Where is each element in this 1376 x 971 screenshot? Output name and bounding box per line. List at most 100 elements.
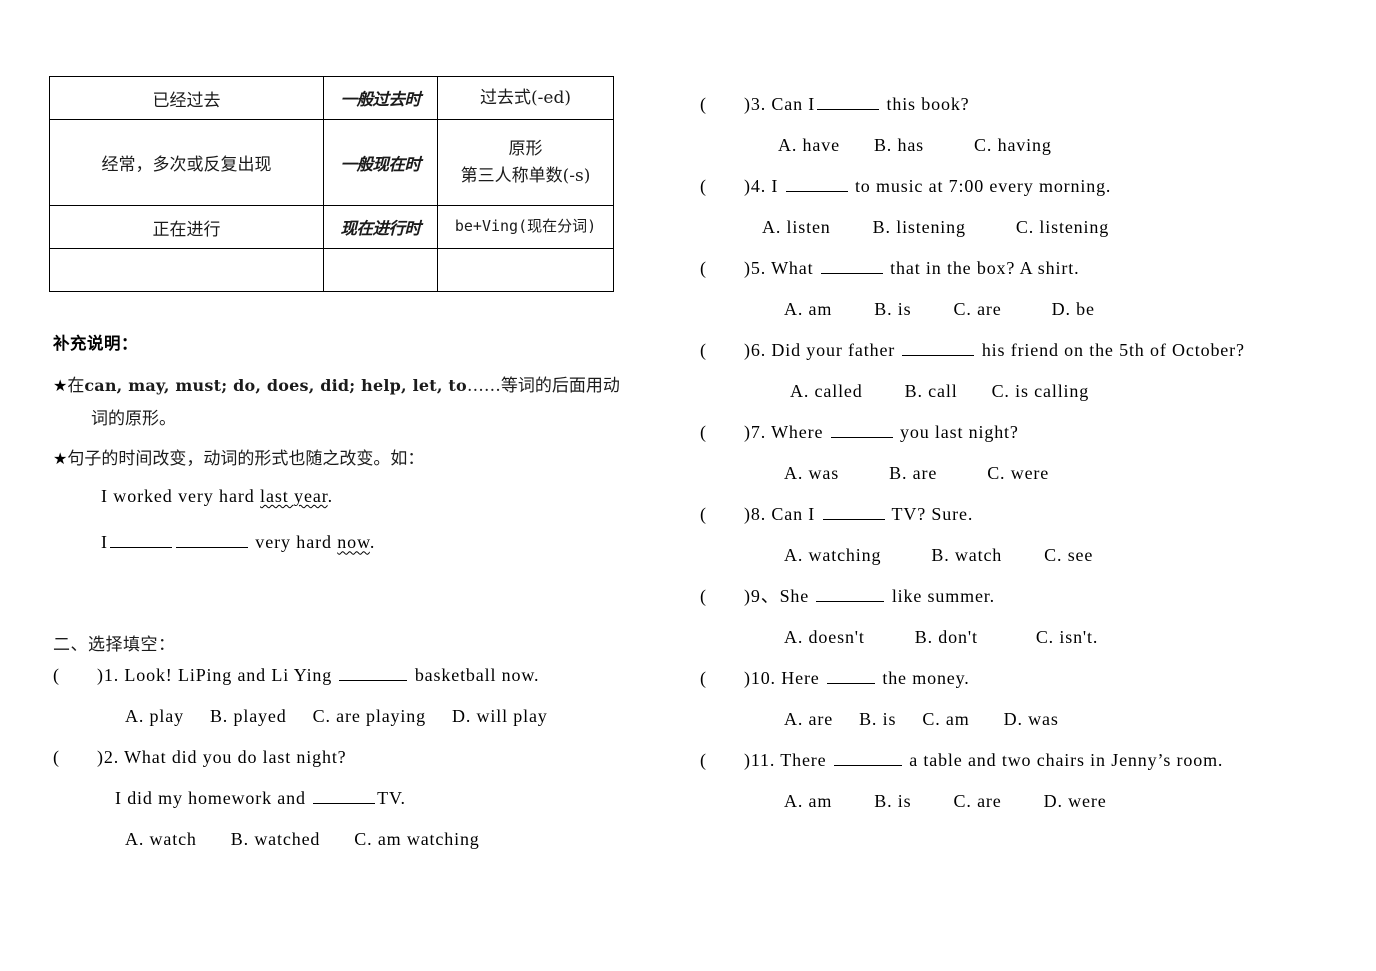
answer-blank[interactable] — [175, 530, 248, 549]
answer-paren[interactable]: ( — [700, 658, 744, 699]
form-line: be+Ving(现在分词) — [454, 217, 597, 236]
option-a[interactable]: A. watch — [125, 819, 197, 860]
option-b[interactable]: B. listening — [873, 207, 966, 248]
option-c[interactable]: C. isn't. — [1036, 617, 1098, 658]
answer-blank[interactable] — [817, 92, 880, 110]
answer-paren[interactable]: ( — [700, 166, 744, 207]
form-line: 过去式(-ed) — [480, 87, 571, 108]
table-cell-form — [437, 248, 614, 292]
question-options: A. doesn't B. don't C. isn't. — [700, 617, 1360, 658]
answer-blank[interactable] — [822, 502, 885, 520]
option-a[interactable]: A. listen — [762, 207, 831, 248]
option-b[interactable]: B. are — [889, 453, 937, 494]
answer-paren[interactable]: ( — [700, 740, 744, 781]
option-c[interactable]: C. am watching — [354, 819, 479, 860]
option-a[interactable]: A. am — [784, 781, 832, 822]
tense-label: 现在进行时 — [340, 219, 422, 238]
option-d[interactable]: D. were — [1044, 781, 1107, 822]
option-c[interactable]: C. is calling — [992, 371, 1090, 412]
option-a[interactable]: A. was — [784, 453, 839, 494]
answer-blank[interactable] — [785, 174, 848, 192]
question-number: 5. — [750, 258, 767, 278]
question-9: ()9、She like summer. A. doesn't B. don't C… — [700, 576, 1360, 658]
stem-before: Look! LiPing and Li Ying — [119, 665, 338, 685]
table-cell-form: 过去式(-ed) — [437, 76, 614, 120]
stem-after: that in the box? A shirt. — [884, 258, 1080, 278]
right-column-questions: ()3. Can I this book? A. have B. has C. ha… — [700, 84, 1360, 822]
answer-blank[interactable] — [902, 338, 975, 356]
paren-close: ) — [744, 176, 751, 196]
option-a[interactable]: A. watching — [784, 535, 881, 576]
option-b[interactable]: B. has — [874, 125, 924, 166]
table-cell-form: be+Ving(现在分词) — [437, 205, 614, 249]
question-5: ()5. What that in the box? A shirt. A. a… — [700, 248, 1360, 330]
answer-blank[interactable] — [820, 256, 883, 274]
paren-open: ( — [700, 94, 707, 114]
stem-before: What — [766, 258, 819, 278]
paren-open: ( — [700, 504, 707, 524]
answer-blank[interactable] — [827, 666, 875, 684]
answer-paren[interactable]: ( — [53, 655, 97, 696]
option-a[interactable]: A. doesn't — [784, 617, 865, 658]
option-b[interactable]: B. call — [905, 371, 958, 412]
answer-paren[interactable]: ( — [53, 737, 97, 778]
option-b[interactable]: B. don't — [915, 617, 978, 658]
option-d[interactable]: D. be — [1052, 289, 1095, 330]
answer-blank[interactable] — [109, 530, 172, 549]
paren-open: ( — [53, 665, 60, 685]
example2-wavy-text: now — [337, 532, 370, 553]
paren-open: ( — [700, 176, 707, 196]
stem-before: Can I — [766, 94, 816, 114]
question-options: A. play B. played C. are playing D. will pl… — [53, 696, 673, 737]
option-c[interactable]: C. are — [954, 289, 1002, 330]
answer-paren[interactable]: ( — [700, 330, 744, 371]
option-b[interactable]: B. is — [859, 699, 896, 740]
option-a[interactable]: A. have — [778, 125, 840, 166]
table-cell-description: 正在进行 — [49, 205, 324, 249]
answer-paren[interactable]: ( — [700, 494, 744, 535]
answer-paren[interactable]: ( — [700, 576, 744, 617]
answer-blank[interactable] — [833, 748, 902, 766]
option-a[interactable]: A. play — [125, 696, 184, 737]
stem-before: I — [766, 176, 784, 196]
option-a[interactable]: A. are — [784, 699, 833, 740]
option-d[interactable]: D. will play — [452, 696, 548, 737]
question-options: A. listen B. listening C. listening — [700, 207, 1360, 248]
option-c[interactable]: C. were — [987, 453, 1049, 494]
supplement-bullet-2: ★句子的时间改变，动词的形式也随之改变。如： — [53, 447, 693, 472]
paren-open: ( — [700, 586, 707, 606]
option-c[interactable]: C. are playing — [313, 696, 426, 737]
answer-blank[interactable] — [313, 786, 376, 804]
answer-blank[interactable] — [816, 584, 885, 602]
option-b[interactable]: B. is — [874, 781, 911, 822]
paren-close: ) — [744, 586, 751, 606]
example-sentence-1: I worked very hard last year. — [101, 476, 693, 517]
answer-blank[interactable] — [830, 420, 893, 438]
option-b[interactable]: B. played — [210, 696, 287, 737]
answer-paren[interactable]: ( — [700, 412, 744, 453]
option-c[interactable]: C. am — [922, 699, 969, 740]
option-c[interactable]: C. having — [974, 125, 1052, 166]
option-b[interactable]: B. is — [874, 289, 911, 330]
option-c[interactable]: C. listening — [1016, 207, 1109, 248]
option-b[interactable]: B. watched — [231, 819, 320, 860]
paren-close: ) — [744, 422, 751, 442]
question-options: A. are B. is C. am D. was — [700, 699, 1360, 740]
stem-before: What did you do last night? — [119, 747, 347, 767]
option-a[interactable]: A. called — [790, 371, 863, 412]
question-number: 2. — [103, 747, 120, 767]
stem-before: There — [775, 750, 832, 770]
option-b[interactable]: B. watch — [931, 535, 1002, 576]
answer-paren[interactable]: ( — [700, 248, 744, 289]
sub-before: I did my homework and — [115, 788, 312, 808]
question-11: ()11. There a table and two chairs in Je… — [700, 740, 1360, 822]
example1-wavy-text: last year — [260, 485, 328, 506]
answer-paren[interactable]: ( — [700, 84, 744, 125]
option-a[interactable]: A. am — [784, 289, 832, 330]
option-c[interactable]: C. see — [1044, 535, 1093, 576]
option-d[interactable]: D. was — [1004, 699, 1059, 740]
question-sub-line: I did my homework and TV. — [53, 778, 673, 819]
option-c[interactable]: C. are — [954, 781, 1002, 822]
answer-blank[interactable] — [339, 663, 408, 681]
table-cell-tense: 现在进行时 — [323, 205, 438, 249]
